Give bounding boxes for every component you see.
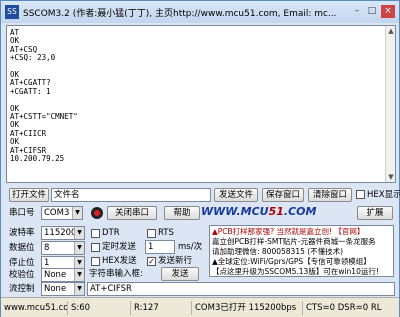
help-button[interactable]: 帮助 — [164, 206, 200, 220]
scroll-up-icon[interactable]: ▲ — [386, 26, 395, 36]
send-newline-label: 发送新行 — [158, 256, 193, 266]
rts-checkbox[interactable] — [147, 229, 156, 238]
expand-button[interactable]: 扩展 — [357, 206, 393, 220]
port-status-icon — [91, 207, 103, 219]
parity-label: 校验位 — [9, 270, 35, 280]
clear-window-button[interactable]: 清除窗口 — [308, 188, 352, 202]
window-title: SSCOM3.2 (作者:聂小猛(丁丁), 主页http://www.mcu51… — [23, 9, 337, 19]
hex-display-checkbox[interactable] — [356, 190, 365, 199]
terminal-line: AT — [10, 28, 20, 37]
status-signals: CTS=0 DSR=0 RL — [306, 303, 382, 313]
send-button[interactable]: 发送 — [161, 267, 199, 281]
data-bits-label: 数据位 — [9, 243, 35, 253]
status-received-count: R:127 — [132, 301, 192, 315]
save-window-button[interactable]: 保存窗口 — [262, 188, 304, 202]
terminal-line: AT+CSTT="CMNET" — [10, 112, 78, 122]
terminal-output: AT OK AT+CSQ +CSQ: 23,0 OK AT+CGATT? +CGATT: … — [10, 28, 78, 164]
rts-label: RTS — [158, 228, 174, 238]
input-box-label: 字符串输入框: — [89, 269, 143, 279]
dtr-checkbox[interactable] — [91, 229, 100, 238]
port-value: COM3 — [44, 208, 70, 218]
receive-terminal[interactable]: AT OK AT+CSQ +CSQ: 23,0 OK AT+CGATT? +CGATT: … — [6, 25, 396, 183]
ad-line[interactable]: 【点这里升级为SSCOM5.13版】可在win10运行! — [212, 267, 391, 276]
terminal-line: +CGATT: 1 — [10, 86, 51, 96]
terminal-line: 10.200.79.25 — [10, 154, 65, 164]
terminal-line: +CSQ: 23,0 — [10, 53, 56, 63]
chevron-down-icon: ▼ — [72, 207, 82, 219]
timed-send-label: 定时发送 — [102, 242, 137, 252]
terminal-scrollbar[interactable]: ▲ ▼ — [385, 26, 395, 182]
hex-send-checkbox[interactable] — [91, 257, 100, 266]
send-interval-input[interactable]: 1 — [145, 240, 175, 254]
file-name-field[interactable]: 文件名 — [51, 188, 211, 202]
minimize-icon[interactable]: – — [351, 5, 363, 18]
close-icon[interactable]: × — [381, 5, 395, 18]
flow-control-select[interactable]: None ▼ — [41, 282, 85, 296]
baud-select[interactable]: 115200 ▼ — [41, 226, 85, 240]
status-bar: www.mcu51.cor S:60 R:127 COM3已打开 115200b… — [1, 297, 399, 317]
dtr-label: DTR — [102, 228, 120, 238]
baud-label: 波特率 — [9, 228, 35, 238]
status-site[interactable]: www.mcu51.cor — [2, 301, 68, 315]
scroll-down-icon[interactable]: ▼ — [386, 172, 395, 182]
status-port-state: COM3已打开 115200bps — [193, 301, 303, 315]
port-select[interactable]: COM3 ▼ — [41, 206, 83, 220]
app-window: SS SSCOM3.2 (作者:聂小猛(丁丁), 主页http://www.mc… — [0, 0, 400, 317]
ad-panel[interactable]: ▲PCB打样那家强? 当然就是嘉立创! 【官网】 嘉立创PCB打样-SMT贴片-元… — [209, 225, 394, 277]
timed-send-checkbox[interactable] — [91, 243, 100, 252]
port-label: 串口号 — [9, 208, 35, 218]
parity-select[interactable]: None ▼ — [41, 268, 85, 282]
close-port-button[interactable]: 关闭串口 — [107, 206, 157, 220]
terminal-line: AT+CIICR — [10, 128, 47, 138]
title-bar: SS SSCOM3.2 (作者:聂小猛(丁丁), 主页http://www.mc… — [1, 1, 399, 23]
send-text-input[interactable]: AT+CIFSR — [87, 282, 395, 296]
mcu51-logo: WWW.MCU51.COM — [201, 205, 317, 218]
open-file-button[interactable]: 打开文件 — [9, 188, 49, 202]
hex-display-label: HEX显示 — [367, 190, 400, 200]
ad-line[interactable]: 请加助理微信: 800058315 (不懂技术) — [212, 247, 391, 257]
stop-bits-label: 停止位 — [9, 258, 35, 268]
ad-line[interactable]: ▲PCB打样那家强? 当然就是嘉立创! 【官网】 — [212, 227, 391, 237]
ad-line[interactable]: 嘉立创PCB打样-SMT贴片-元器件商城一条龙服务 — [212, 237, 391, 247]
flow-control-label: 流控制 — [9, 284, 35, 294]
maximize-icon[interactable]: □ — [366, 5, 378, 18]
data-bits-select[interactable]: 8 ▼ — [41, 241, 85, 255]
send-file-button[interactable]: 发送文件 — [214, 188, 258, 202]
ad-line[interactable]: ▲全球定位:WiFi/Gprs/GPS【专信可靠领模组】 — [212, 257, 391, 267]
app-icon: SS — [5, 5, 19, 19]
hex-send-label: HEX发送 — [102, 256, 137, 266]
interval-unit-label: ms/次 — [178, 242, 203, 252]
status-sent-count: S:60 — [69, 301, 131, 315]
send-newline-checkbox[interactable]: ✓ — [147, 257, 156, 266]
